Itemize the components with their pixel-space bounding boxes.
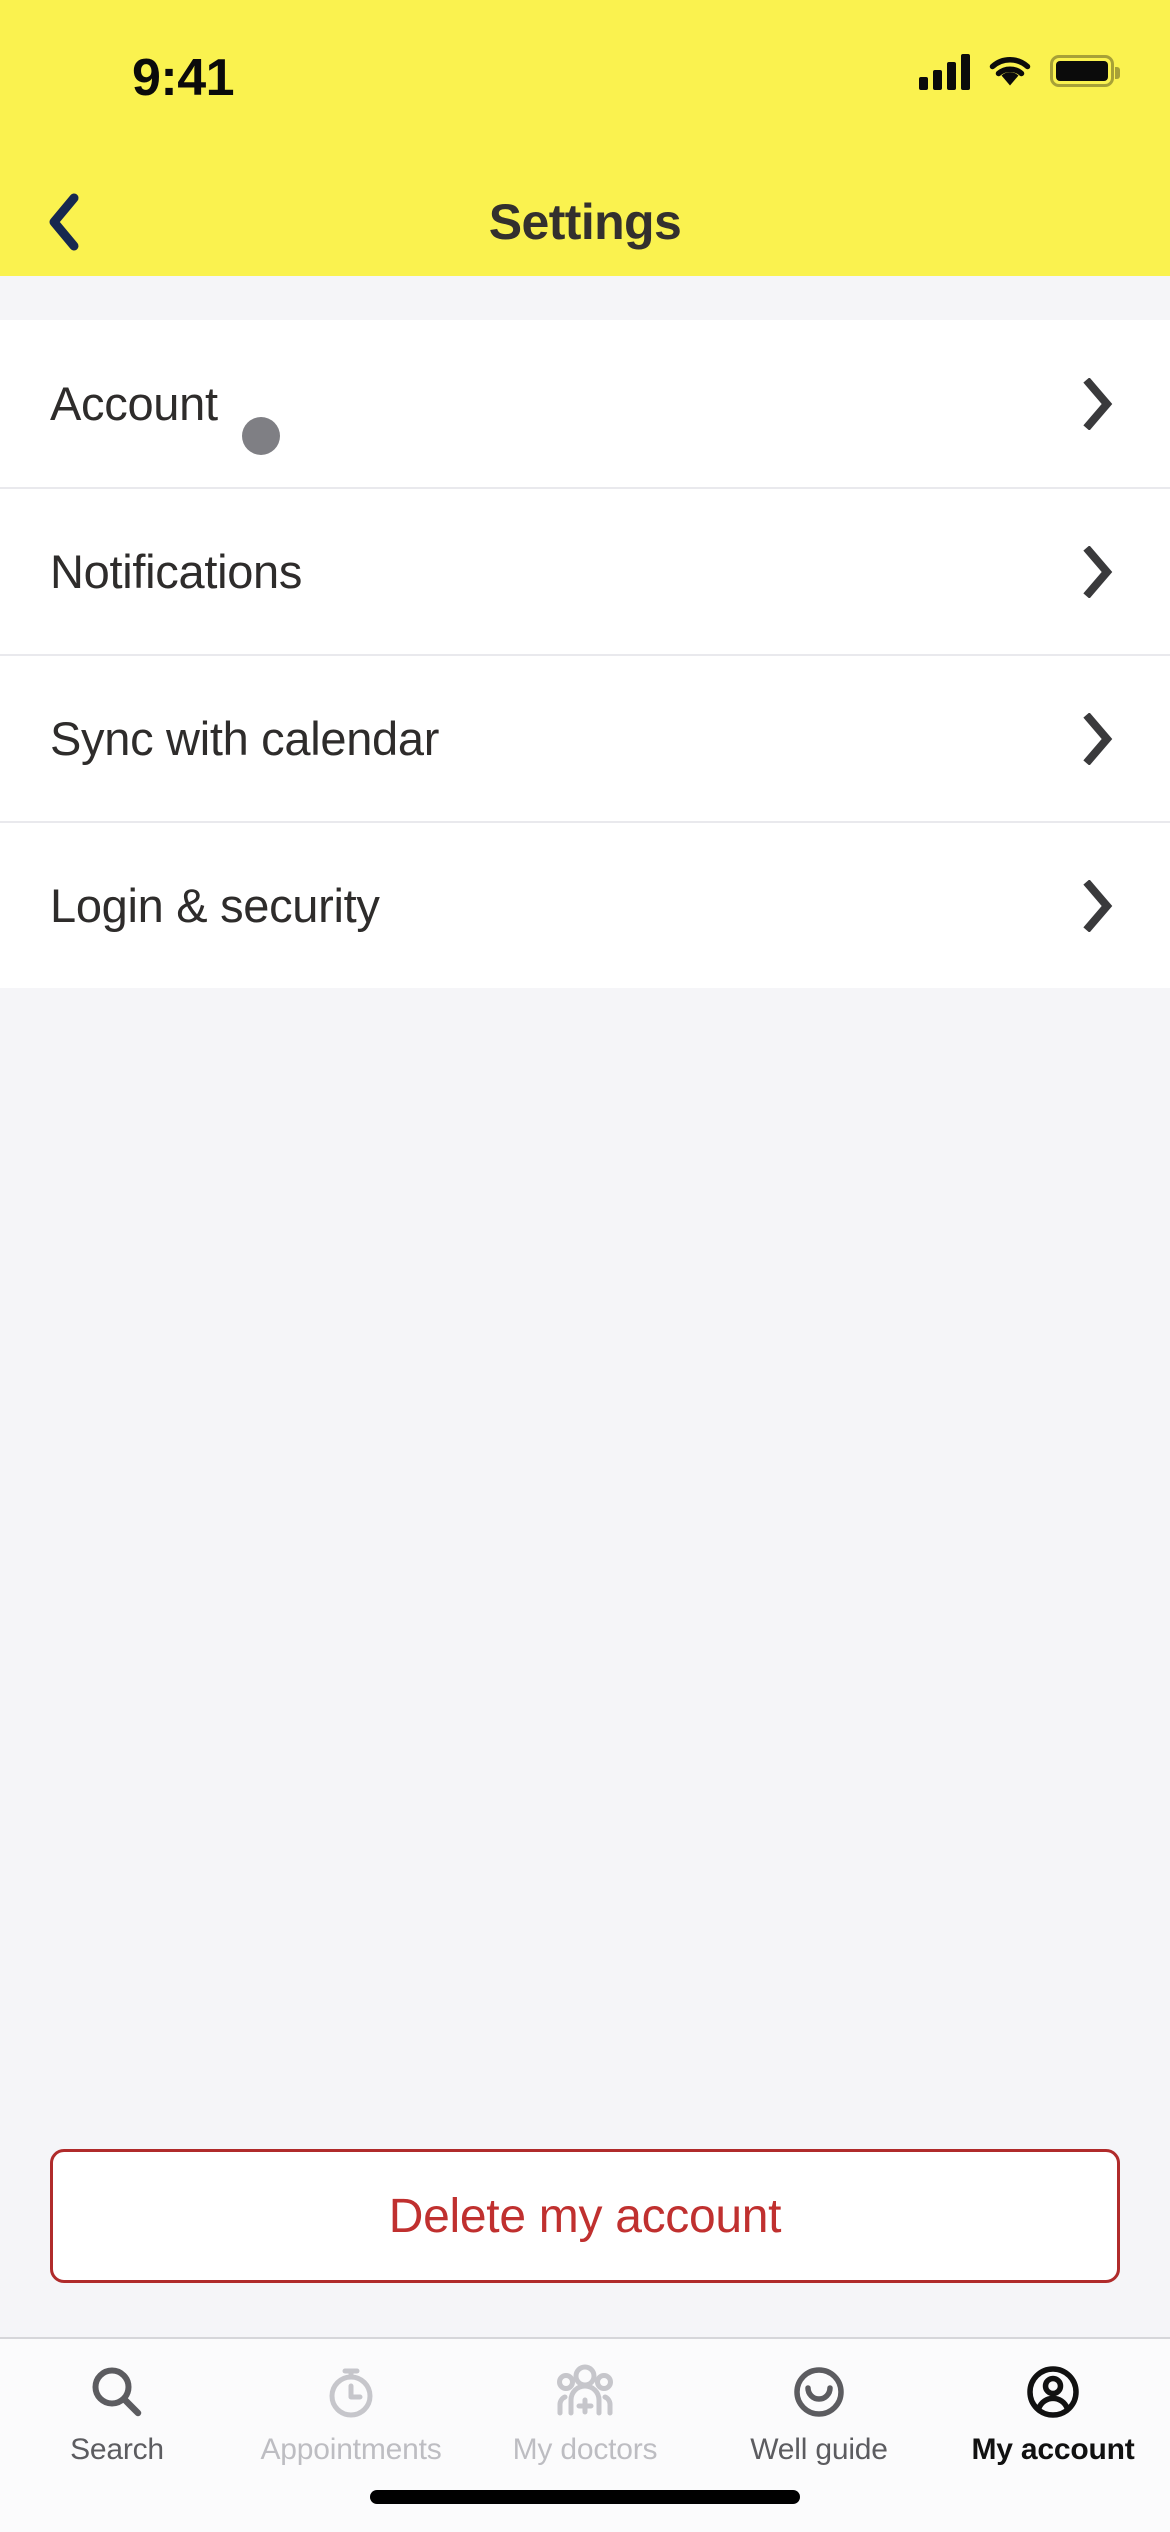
empty-content-area — [0, 988, 1170, 2149]
user-circle-icon — [1024, 2361, 1082, 2423]
chevron-left-icon — [49, 193, 79, 251]
tab-label: My account — [971, 2433, 1135, 2466]
tab-label: Appointments — [260, 2433, 442, 2466]
tab-search[interactable]: Search — [0, 2361, 234, 2467]
tab-label: Well guide — [750, 2433, 888, 2466]
page-title: Settings — [488, 194, 682, 250]
account-badge-dot — [241, 417, 280, 455]
settings-row-login-and-security[interactable]: Login & security — [0, 821, 1170, 988]
settings-row-sync-with-calendar[interactable]: Sync with calendar — [0, 654, 1170, 821]
settings-row-label: Notifications — [50, 545, 303, 598]
smiley-face-icon — [790, 2361, 848, 2423]
settings-list: Account Notifications Sync with calendar — [0, 320, 1170, 988]
chevron-right-icon — [1076, 712, 1120, 765]
phone-screen: 9:41 Settings Account Notifications Sync… — [0, 0, 1170, 2532]
delete-account-section: Delete my account — [0, 2149, 1170, 2337]
section-gap — [0, 276, 1170, 320]
people-medical-icon — [553, 2361, 617, 2423]
tab-my-doctors[interactable]: My doctors — [468, 2361, 702, 2467]
chevron-right-icon — [1076, 377, 1120, 430]
settings-row-label: Account — [50, 377, 218, 430]
settings-row-account[interactable]: Account — [0, 320, 1170, 487]
chevron-right-icon — [1076, 879, 1120, 932]
settings-row-notifications[interactable]: Notifications — [0, 487, 1170, 654]
delete-my-account-button[interactable]: Delete my account — [50, 2149, 1120, 2283]
settings-row-label: Sync with calendar — [50, 712, 440, 765]
tab-label: Search — [70, 2433, 164, 2466]
navigation-bar: Settings — [0, 168, 1170, 276]
battery-full-icon — [1050, 55, 1120, 87]
home-indicator-bar[interactable] — [370, 2490, 800, 2504]
tab-well-guide[interactable]: Well guide — [702, 2361, 936, 2467]
status-bar-indicators — [919, 52, 1120, 90]
cellular-signal-icon — [919, 52, 970, 90]
settings-row-label: Login & security — [50, 879, 380, 932]
tab-appointments[interactable]: Appointments — [234, 2361, 468, 2467]
chevron-right-icon — [1076, 545, 1120, 598]
magnifying-glass-icon — [88, 2361, 146, 2423]
tab-label: My doctors — [512, 2433, 658, 2466]
stopwatch-icon — [322, 2361, 380, 2423]
back-button[interactable] — [24, 182, 104, 262]
home-indicator-area — [0, 2482, 1170, 2532]
status-bar-time: 9:41 — [132, 49, 235, 107]
wifi-icon — [989, 56, 1031, 86]
bottom-tab-bar: Search Appointments My doctors Well guid… — [0, 2337, 1170, 2482]
status-bar: 9:41 — [0, 0, 1170, 168]
tab-my-account[interactable]: My account — [936, 2361, 1170, 2467]
